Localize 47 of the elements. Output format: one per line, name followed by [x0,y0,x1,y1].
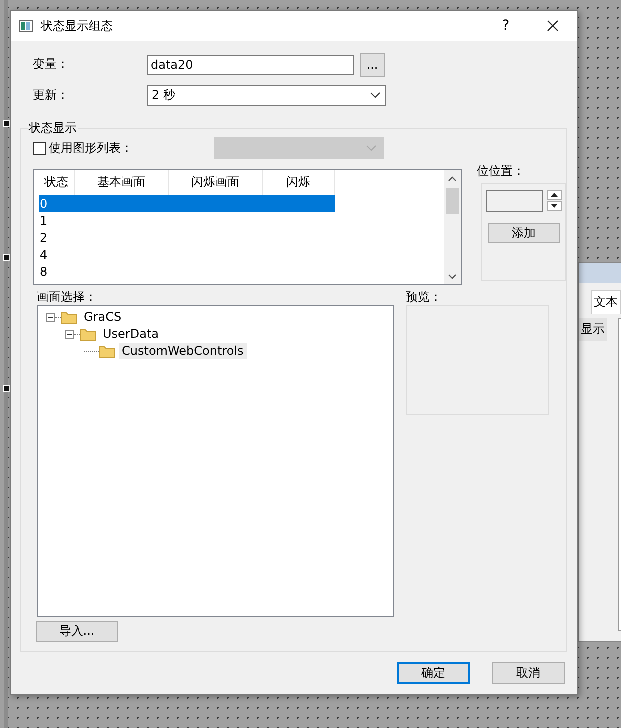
resize-handle[interactable] [3,385,10,392]
chevron-down-icon [370,92,381,98]
chevron-down-icon [366,144,377,152]
bit-position-field[interactable] [486,190,543,212]
collapse-icon[interactable] [46,312,55,322]
table-row[interactable]: 2 [39,229,335,246]
collapse-icon[interactable] [65,330,74,338]
variable-field[interactable]: data20 [147,54,354,74]
window-icon [19,20,33,32]
chevron-down-icon [448,274,457,280]
help-button[interactable]: ? [491,12,521,40]
spin-down-button[interactable] [547,201,562,211]
table-row[interactable]: 4 [39,246,335,263]
field-label: 变量： [32,56,70,73]
resize-handle[interactable] [3,120,10,127]
field-label: 位位置： [477,163,526,180]
close-icon [547,20,559,32]
folder-icon [61,310,77,324]
tree-item[interactable]: GraCS [81,309,125,325]
triangle-up-icon [551,193,558,197]
cancel-button[interactable]: 取消 [492,662,565,684]
graphic-list-checkbox[interactable]: 使用图形列表： [33,140,214,156]
spin-up-button[interactable] [547,190,562,200]
import-button[interactable]: 导入... [36,621,118,642]
ok-button[interactable]: 确定 [397,662,470,684]
add-button[interactable]: 添加 [488,223,560,243]
folder-icon [80,328,96,340]
field-label: 预览： [406,289,443,305]
field-label: 更新： [32,86,70,104]
triangle-down-icon [551,204,558,208]
tree-item[interactable]: CustomWebControls [119,343,247,359]
table-row[interactable]: 0 [39,195,335,212]
list-item[interactable]: 显示 [579,318,607,341]
group-title: 状态显示 [28,120,78,137]
resize-handle[interactable] [3,254,10,261]
scrollbar[interactable] [444,170,461,284]
folder-icon [99,344,115,358]
table-row[interactable]: 1 [39,212,335,229]
chevron-up-icon [448,176,457,182]
update-dropdown[interactable]: 2 秒 [147,84,386,106]
tab[interactable]: 文本 [591,290,621,314]
tree-item[interactable]: UserData [100,326,162,342]
browse-button[interactable]: ... [360,52,385,76]
scrollbar-thumb[interactable] [446,188,459,214]
window-title: 状态显示组态 [41,18,114,34]
field-label: 画面选择： [37,289,98,305]
table-row[interactable]: 8 [39,263,335,280]
